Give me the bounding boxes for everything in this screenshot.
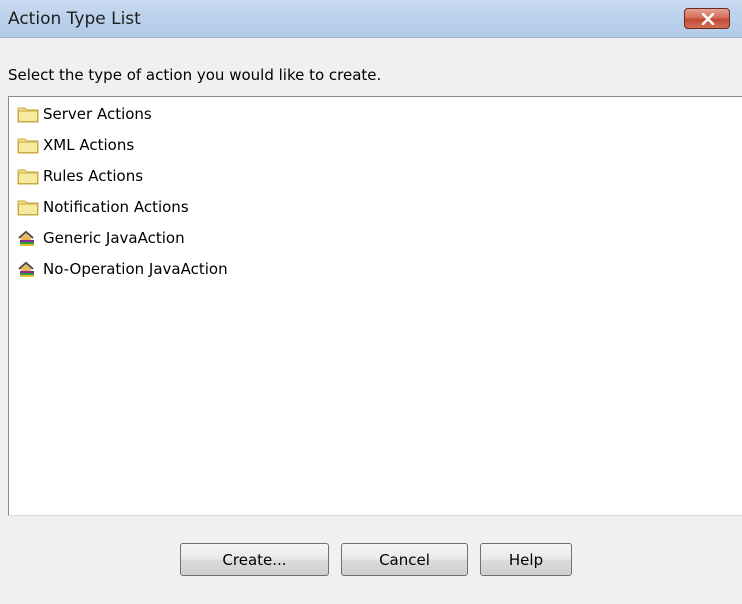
folder-icon: [17, 136, 39, 154]
list-item-label: Notification Actions: [43, 198, 189, 216]
help-button[interactable]: Help: [480, 543, 572, 576]
title-bar[interactable]: Action Type List: [0, 0, 742, 38]
list-item-label: Server Actions: [43, 105, 152, 123]
list-item-server-actions[interactable]: Server Actions: [17, 103, 152, 125]
java-action-icon: [17, 229, 39, 247]
list-item-label: No-Operation JavaAction: [43, 260, 228, 278]
dialog-window: Action Type List Select the type of acti…: [0, 0, 742, 604]
instruction-text: Select the type of action you would like…: [8, 66, 382, 84]
java-action-icon: [17, 260, 39, 278]
create-button[interactable]: Create...: [180, 543, 329, 576]
list-item-label: Generic JavaAction: [43, 229, 185, 247]
list-item-label: XML Actions: [43, 136, 135, 154]
list-item-generic-javaaction[interactable]: Generic JavaAction: [17, 227, 185, 249]
close-button[interactable]: [684, 8, 730, 29]
cancel-button[interactable]: Cancel: [341, 543, 468, 576]
list-item-label: Rules Actions: [43, 167, 144, 185]
action-type-list[interactable]: Server Actions XML Actions Rules Actions: [8, 96, 742, 516]
window-title: Action Type List: [8, 9, 141, 29]
button-bar: Create... Cancel Help: [0, 516, 742, 604]
list-item-rules-actions[interactable]: Rules Actions: [17, 165, 143, 187]
folder-icon: [17, 198, 39, 216]
list-item-notification-actions[interactable]: Notification Actions: [17, 196, 189, 218]
folder-icon: [17, 167, 39, 185]
list-item-xml-actions[interactable]: XML Actions: [17, 134, 134, 156]
list-item-no-operation-javaaction[interactable]: No-Operation JavaAction: [17, 258, 228, 280]
close-icon: [701, 13, 715, 25]
folder-icon: [17, 105, 39, 123]
